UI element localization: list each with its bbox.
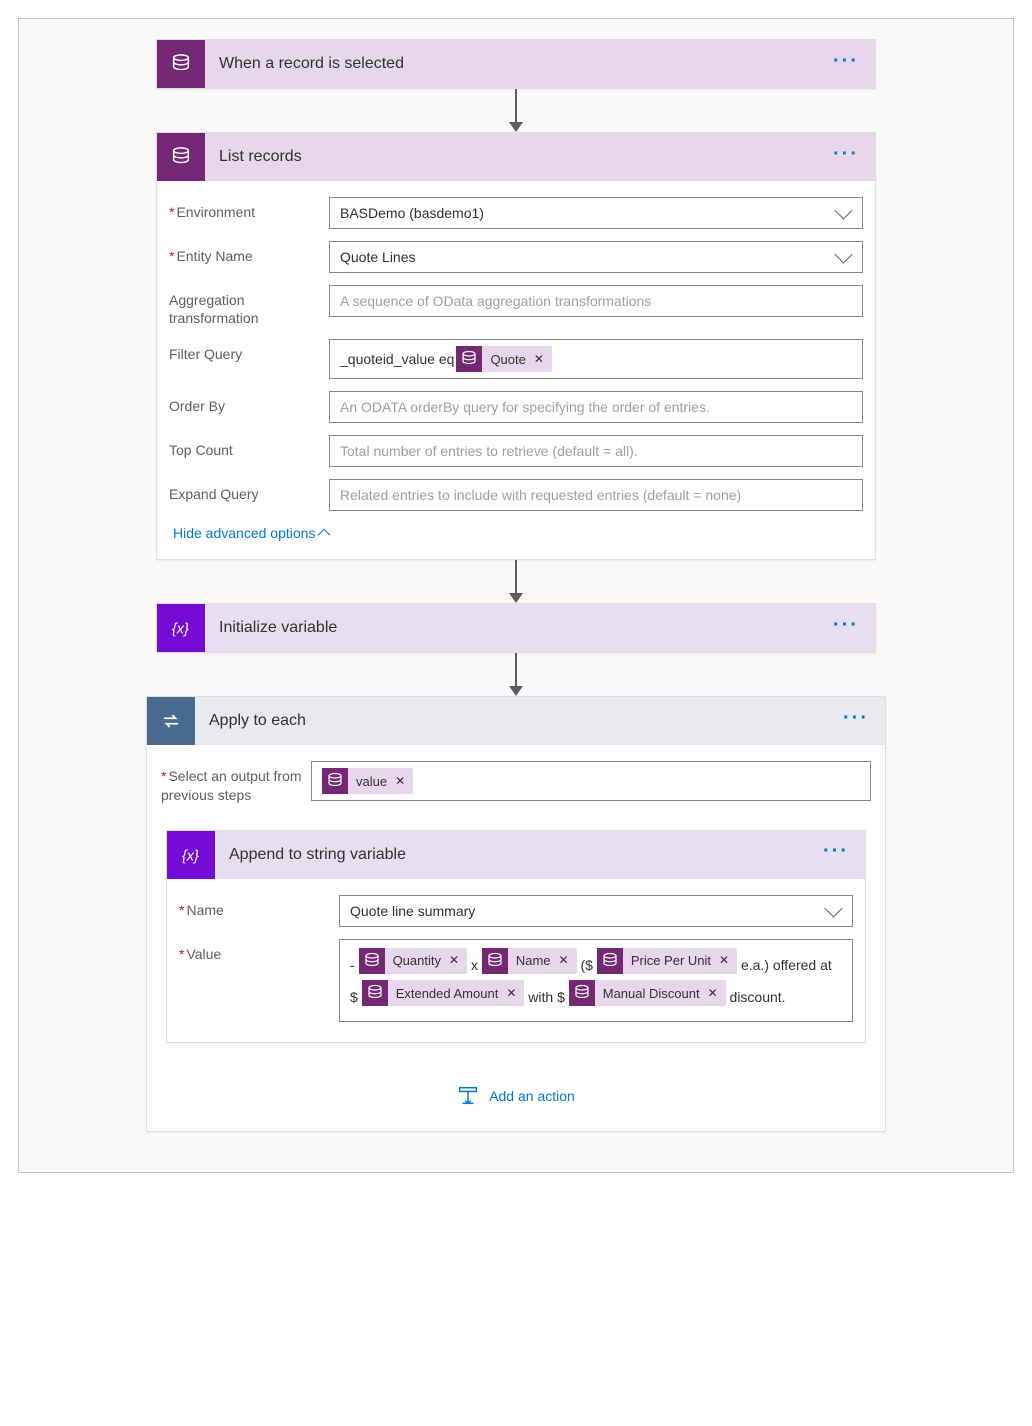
variable-icon (157, 604, 205, 652)
token-label: Name (516, 947, 551, 974)
add-action-icon (457, 1085, 479, 1107)
connector-arrow (509, 653, 523, 696)
name-label: Name (179, 895, 339, 919)
value-input[interactable]: - Quantity✕ x Name✕ ($ Price Per Unit✕ e… (339, 939, 853, 1022)
database-icon (482, 948, 508, 974)
token-remove-icon[interactable]: ✕ (719, 948, 729, 973)
list-records-menu-button[interactable]: ··· (833, 143, 875, 172)
manual-discount-token[interactable]: Manual Discount ✕ (569, 980, 726, 1006)
flow-canvas: When a record is selected ··· List recor… (18, 18, 1014, 1173)
token-label: Extended Amount (396, 980, 499, 1007)
entity-label: Entity Name (169, 241, 329, 265)
value-text: - (350, 957, 355, 973)
database-icon (362, 980, 388, 1006)
token-remove-icon[interactable]: ✕ (395, 774, 405, 788)
token-remove-icon[interactable]: ✕ (559, 948, 569, 973)
database-icon (456, 346, 482, 372)
add-action-button[interactable]: Add an action (161, 1085, 871, 1107)
loop-icon (147, 697, 195, 745)
token-remove-icon[interactable]: ✕ (534, 352, 544, 366)
filter-query-input[interactable]: _quoteid_value eq Quote ✕ (329, 339, 863, 379)
aggregation-input[interactable]: A sequence of OData aggregation transfor… (329, 285, 863, 317)
environment-label: Environment (169, 197, 329, 221)
price-per-unit-token[interactable]: Price Per Unit ✕ (597, 948, 737, 974)
topcount-input[interactable]: Total number of entries to retrieve (def… (329, 435, 863, 467)
initialize-variable-title: Initialize variable (205, 619, 833, 637)
append-string-card[interactable]: Append to string variable ··· Name Quote… (166, 830, 866, 1043)
token-label: Quote (490, 352, 525, 367)
value-text: discount. (730, 989, 786, 1005)
orderby-input[interactable]: An ODATA orderBy query for specifying th… (329, 391, 863, 423)
token-remove-icon[interactable]: ✕ (449, 948, 459, 973)
value-token[interactable]: value ✕ (322, 768, 413, 794)
apply-to-each-title: Apply to each (195, 712, 843, 730)
value-label: Value (179, 939, 339, 963)
connector-arrow (509, 89, 523, 132)
database-icon (157, 40, 205, 88)
apply-to-each-card[interactable]: Apply to each ··· Select an output from … (146, 696, 886, 1131)
token-remove-icon[interactable]: ✕ (506, 981, 516, 1006)
extended-amount-token[interactable]: Extended Amount ✕ (362, 980, 525, 1006)
filter-query-label: Filter Query (169, 339, 329, 363)
expand-input[interactable]: Related entries to include with requeste… (329, 479, 863, 511)
quantity-token[interactable]: Quantity ✕ (359, 948, 467, 974)
list-records-title: List records (205, 148, 833, 166)
token-label: Manual Discount (603, 980, 700, 1007)
topcount-label: Top Count (169, 435, 329, 459)
orderby-label: Order By (169, 391, 329, 415)
filter-text: _quoteid_value eq (340, 351, 454, 367)
entity-select[interactable]: Quote Lines (329, 241, 863, 273)
initvar-menu-button[interactable]: ··· (833, 614, 875, 643)
token-label: value (356, 774, 387, 789)
append-menu-button[interactable]: ··· (823, 840, 865, 869)
list-records-card[interactable]: List records ··· Environment BASDemo (ba… (156, 132, 876, 560)
trigger-menu-button[interactable]: ··· (833, 50, 875, 79)
quote-token[interactable]: Quote ✕ (456, 346, 551, 372)
token-label: Price Per Unit (631, 947, 711, 974)
loop-menu-button[interactable]: ··· (843, 707, 885, 736)
database-icon (597, 948, 623, 974)
environment-select[interactable]: BASDemo (basdemo1) (329, 197, 863, 229)
token-remove-icon[interactable]: ✕ (708, 981, 718, 1006)
token-label: Quantity (393, 947, 441, 974)
connector-arrow (509, 560, 523, 603)
select-output-input[interactable]: value ✕ (311, 761, 871, 801)
variable-icon (167, 831, 215, 879)
initialize-variable-card[interactable]: Initialize variable ··· (156, 603, 876, 653)
hide-advanced-link[interactable]: Hide advanced options (169, 517, 330, 545)
name-select[interactable]: Quote line summary (339, 895, 853, 927)
add-action-label: Add an action (489, 1088, 575, 1104)
aggregation-label: Aggregation transformation (169, 285, 329, 327)
select-output-label: Select an output from previous steps (161, 761, 311, 803)
database-icon (569, 980, 595, 1006)
database-icon (322, 768, 348, 794)
append-string-title: Append to string variable (215, 846, 823, 864)
trigger-title: When a record is selected (205, 55, 833, 73)
trigger-card[interactable]: When a record is selected ··· (156, 39, 876, 89)
database-icon (359, 948, 385, 974)
value-text: x (471, 957, 478, 973)
value-text: ($ (580, 957, 592, 973)
expand-label: Expand Query (169, 479, 329, 503)
name-token[interactable]: Name ✕ (482, 948, 577, 974)
database-icon (157, 133, 205, 181)
value-text: with $ (528, 989, 565, 1005)
